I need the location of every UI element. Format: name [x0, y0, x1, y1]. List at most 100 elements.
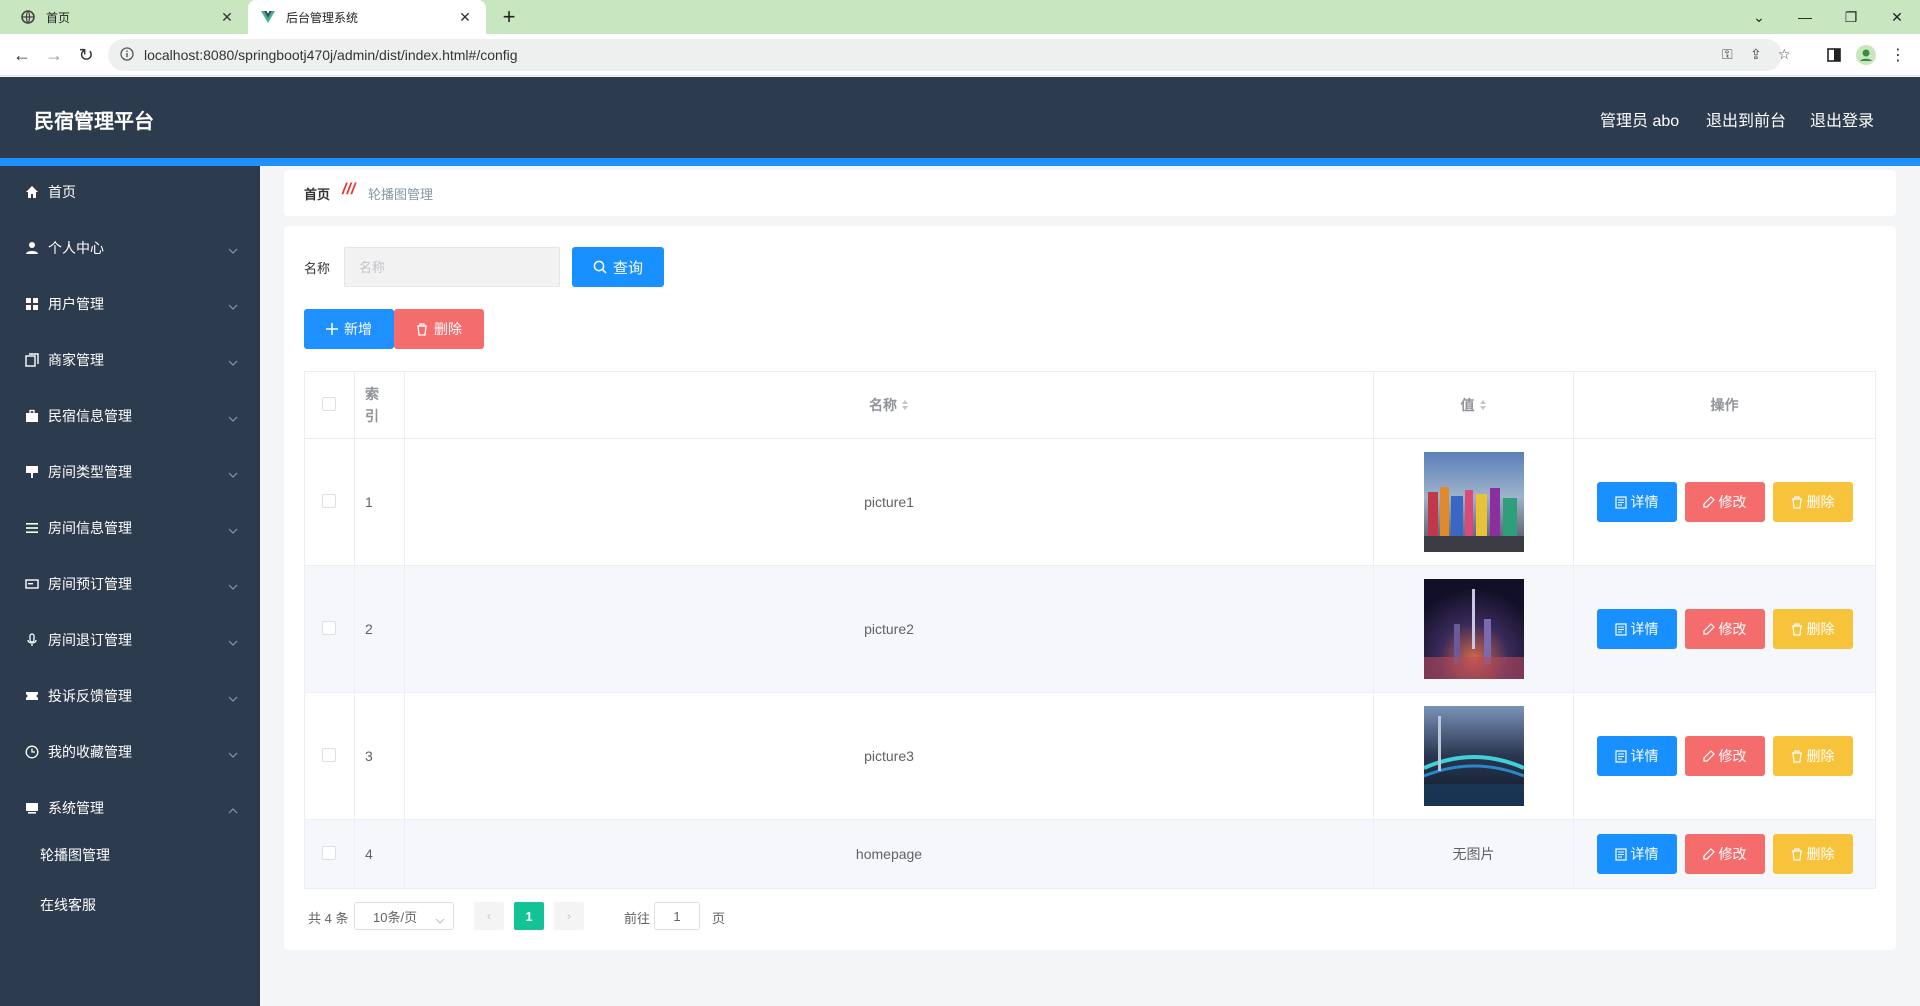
- browser-tab-home[interactable]: 首页 ✕: [8, 0, 248, 34]
- select-all-checkbox[interactable]: [322, 396, 337, 411]
- row-actions: 详情 修改 删除: [1574, 609, 1875, 649]
- prev-page-button[interactable]: ‹: [474, 902, 504, 930]
- row-checkbox[interactable]: [322, 620, 337, 635]
- back-icon[interactable]: ←: [10, 43, 34, 67]
- value-header-label: 值: [1460, 397, 1475, 413]
- sidebar-item-label: 民宿信息管理: [48, 408, 132, 424]
- user-icon: [24, 240, 40, 256]
- name-header[interactable]: 名称: [403, 371, 1375, 439]
- sort-icon[interactable]: [1479, 398, 1487, 414]
- delete-button[interactable]: 删除: [1772, 736, 1853, 776]
- sidebar-subitem-carousel[interactable]: 轮播图管理: [40, 845, 110, 865]
- sidebar-item-profile[interactable]: 个人中心: [0, 220, 260, 276]
- close-icon[interactable]: ✕: [456, 9, 474, 26]
- value-header[interactable]: 值: [1373, 371, 1574, 439]
- sidebar-item-room-booking[interactable]: 房间预订管理: [0, 556, 260, 612]
- document-icon: [1614, 749, 1627, 763]
- detail-button[interactable]: 详情: [1596, 609, 1677, 649]
- close-icon[interactable]: ✕: [218, 9, 236, 26]
- query-button[interactable]: 查询: [572, 247, 664, 287]
- row-checkbox[interactable]: [322, 493, 337, 508]
- chevron-down-icon: [228, 409, 238, 425]
- sidebar-item-home[interactable]: 首页: [0, 164, 260, 220]
- row-value: [1373, 692, 1574, 820]
- star-icon[interactable]: ☆: [1778, 46, 1791, 63]
- row-name: picture2: [403, 565, 1375, 693]
- goto-page-input[interactable]: [654, 902, 700, 930]
- profile-avatar-icon[interactable]: [1854, 43, 1878, 67]
- reload-icon[interactable]: ↻: [74, 43, 98, 67]
- restore-icon[interactable]: ❐: [1828, 0, 1874, 34]
- sidebar-item-room-cancel[interactable]: 房间退订管理: [0, 612, 260, 668]
- sidebar-item-label: 商家管理: [48, 352, 104, 368]
- browser-tab-admin[interactable]: 后台管理系统 ✕: [248, 0, 486, 34]
- sort-icon[interactable]: [901, 398, 909, 414]
- address-bar[interactable]: localhost:8080/springbootj470j/admin/dis…: [108, 39, 1791, 71]
- bulk-delete-button[interactable]: 删除: [394, 309, 484, 349]
- brand-title: 民宿管理平台: [34, 111, 154, 133]
- page-size-select[interactable]: 10条/页: [354, 902, 454, 930]
- sidebar-item-system[interactable]: 系统管理: [0, 780, 260, 836]
- logout-link[interactable]: 退出登录: [1810, 107, 1874, 131]
- page-number-current[interactable]: 1: [514, 902, 544, 930]
- row-checkbox[interactable]: [322, 845, 337, 860]
- sidebar-item-users[interactable]: 用户管理: [0, 276, 260, 332]
- trash-icon: [416, 322, 428, 336]
- carousel-thumbnail[interactable]: [1423, 706, 1524, 806]
- window-close-icon[interactable]: ✕: [1874, 0, 1920, 34]
- add-button[interactable]: 新增: [304, 309, 394, 349]
- globe-icon: [20, 9, 36, 25]
- kebab-menu-icon[interactable]: ⋮: [1886, 43, 1910, 67]
- url-text: localhost:8080/springbootj470j/admin/dis…: [144, 47, 518, 63]
- vue-logo-icon: [260, 9, 276, 25]
- forward-icon[interactable]: →: [42, 43, 66, 67]
- search-input[interactable]: [344, 247, 560, 287]
- trash-icon: [1791, 495, 1803, 509]
- edit-button[interactable]: 修改: [1684, 834, 1765, 874]
- breadcrumb-home[interactable]: 首页: [304, 184, 330, 203]
- detail-button[interactable]: 详情: [1596, 834, 1677, 874]
- sidebar-item-room-info[interactable]: 房间信息管理: [0, 500, 260, 556]
- row-value: [1373, 438, 1574, 566]
- key-icon[interactable]: ⚿: [1722, 46, 1733, 63]
- delete-button[interactable]: 删除: [1772, 834, 1853, 874]
- share-icon[interactable]: ⇪: [1750, 46, 1762, 63]
- delete-button[interactable]: 删除: [1772, 482, 1853, 522]
- info-icon[interactable]: [120, 46, 134, 64]
- chevron-down-icon: [228, 577, 238, 593]
- detail-button[interactable]: 详情: [1596, 736, 1677, 776]
- sidebar-item-complaints[interactable]: 投诉反馈管理: [0, 668, 260, 724]
- new-tab-button[interactable]: +: [496, 4, 522, 30]
- edit-button-label: 修改: [1718, 621, 1747, 637]
- chevron-down-icon: [228, 689, 238, 705]
- minimize-icon[interactable]: —: [1782, 0, 1828, 34]
- chevron-down-icon: [228, 297, 238, 313]
- sidebar-item-room-types[interactable]: 房间类型管理: [0, 444, 260, 500]
- sidepanel-icon[interactable]: [1822, 43, 1846, 67]
- sidebar-item-favorites[interactable]: 我的收藏管理: [0, 724, 260, 780]
- trash-icon: [1791, 847, 1803, 861]
- carousel-thumbnail[interactable]: [1423, 579, 1524, 679]
- carousel-thumbnail[interactable]: [1423, 452, 1524, 552]
- next-page-button[interactable]: ›: [554, 902, 584, 930]
- goto-label: 前往: [624, 911, 651, 926]
- row-checkbox[interactable]: [322, 747, 337, 762]
- name-header-label: 名称: [869, 397, 897, 413]
- tab-search-icon[interactable]: ⌄: [1736, 0, 1782, 34]
- briefcase-icon: [24, 408, 40, 424]
- edit-button[interactable]: 修改: [1684, 482, 1765, 522]
- add-button-label: 新增: [344, 321, 372, 337]
- sidebar-subitem-online-service[interactable]: 在线客服: [40, 895, 96, 915]
- sidebar-item-merchants[interactable]: 商家管理: [0, 332, 260, 388]
- delete-button[interactable]: 删除: [1772, 609, 1853, 649]
- chevron-left-icon: ‹: [487, 909, 491, 923]
- sidebar-item-homestay-info[interactable]: 民宿信息管理: [0, 388, 260, 444]
- row-actions: 详情 修改 删除: [1574, 736, 1875, 776]
- detail-button[interactable]: 详情: [1596, 482, 1677, 522]
- card-icon: [24, 576, 40, 592]
- edit-button[interactable]: 修改: [1684, 609, 1765, 649]
- edit-button[interactable]: 修改: [1684, 736, 1765, 776]
- delete-button-label: 删除: [1806, 621, 1835, 637]
- chevron-down-icon: [228, 633, 238, 649]
- to-front-link[interactable]: 退出到前台: [1706, 107, 1786, 131]
